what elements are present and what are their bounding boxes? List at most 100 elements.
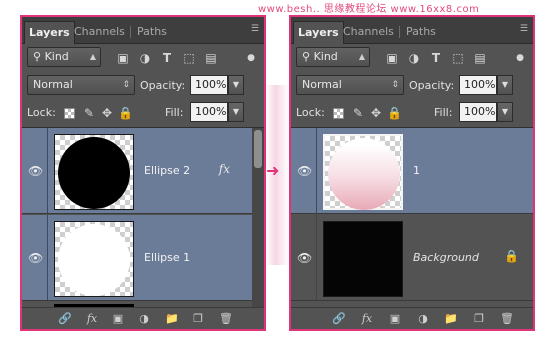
eye-icon[interactable]: 👁 bbox=[28, 251, 43, 265]
visibility-cell: 👁 bbox=[22, 215, 48, 300]
smart-object-filter-icon[interactable]: ▤ bbox=[202, 49, 220, 67]
tab-paths[interactable]: Paths bbox=[402, 21, 440, 44]
fill-dropdown-button[interactable]: ▼ bbox=[228, 102, 244, 122]
layer-name[interactable]: 1 bbox=[413, 164, 420, 177]
trash-icon[interactable]: 🗑 bbox=[499, 311, 515, 327]
layer-row[interactable]: 👁 Background 🔒 bbox=[291, 215, 533, 301]
fx-effects-icon[interactable]: fx bbox=[219, 162, 230, 176]
filter-kind-label: Kind bbox=[313, 50, 338, 63]
new-layer-icon[interactable]: ❐ bbox=[190, 311, 206, 327]
eye-icon[interactable]: 👁 bbox=[297, 251, 312, 265]
layer-name[interactable]: Ellipse 2 bbox=[144, 164, 190, 177]
layer-thumbnail bbox=[323, 221, 403, 297]
lock-paint-icon[interactable]: ✎ bbox=[351, 106, 365, 120]
mask-icon[interactable]: ▣ bbox=[110, 311, 126, 327]
filter-row: ⚲ Kind ▲ ▣ ◑ T ⬚ ▤ ● bbox=[22, 44, 264, 71]
lock-row: Lock: ✎ ✥ 🔒 Fill: 100% ▼ bbox=[291, 99, 533, 127]
filter-kind-dropdown[interactable]: ⚲ Kind ▲ bbox=[296, 47, 370, 67]
filter-kind-label: Kind bbox=[44, 50, 69, 63]
filter-toggle-icon[interactable]: ● bbox=[511, 49, 529, 67]
layer-thumbnail bbox=[323, 134, 403, 210]
scrollbar-thumb[interactable] bbox=[254, 130, 262, 168]
eye-icon[interactable]: 👁 bbox=[28, 164, 43, 178]
opacity-label: Opacity: bbox=[409, 79, 455, 92]
tab-layers[interactable]: Layers bbox=[24, 21, 75, 44]
search-icon: ⚲ bbox=[302, 50, 314, 63]
opacity-dropdown-button[interactable]: ▼ bbox=[497, 75, 513, 95]
lock-paint-icon[interactable]: ✎ bbox=[82, 106, 96, 120]
lock-move-icon[interactable]: ✥ bbox=[369, 106, 383, 120]
tab-channels[interactable]: Channels bbox=[70, 21, 129, 44]
shape-filter-icon[interactable]: ⬚ bbox=[449, 49, 467, 67]
layers-list: 👁 1 👁 Background 🔒 bbox=[291, 127, 533, 309]
pink-gradient-circle-thumbnail bbox=[328, 138, 400, 210]
lock-all-icon[interactable]: 🔒 bbox=[118, 106, 133, 120]
layer-name[interactable]: Ellipse 1 bbox=[144, 251, 190, 264]
adjustment-icon[interactable]: ◑ bbox=[136, 311, 152, 327]
pixel-filter-icon[interactable]: ▣ bbox=[114, 49, 132, 67]
panel-menu-icon[interactable]: ☰ bbox=[514, 23, 528, 35]
adjustment-filter-icon[interactable]: ◑ bbox=[136, 49, 154, 67]
layers-scrollbar[interactable] bbox=[252, 128, 264, 309]
folder-icon[interactable]: 📁 bbox=[164, 311, 180, 327]
lock-transparency-icon[interactable] bbox=[64, 108, 75, 119]
fx-icon[interactable]: fx bbox=[84, 311, 100, 327]
link-icon[interactable]: 🔗 bbox=[57, 311, 73, 327]
fill-input[interactable]: 100% bbox=[459, 102, 497, 122]
layer-row[interactable]: 👁 Ellipse 1 bbox=[22, 215, 252, 301]
fill-label: Fill: bbox=[165, 106, 184, 119]
visibility-cell: 👁 bbox=[291, 215, 317, 300]
layer-name[interactable]: Background bbox=[413, 251, 479, 264]
visibility-cell: 👁 bbox=[22, 128, 48, 213]
type-filter-icon[interactable]: T bbox=[158, 49, 176, 67]
fill-input[interactable]: 100% bbox=[190, 102, 228, 122]
layer-row[interactable]: 👁 1 bbox=[291, 128, 533, 214]
lock-transparency-icon[interactable] bbox=[333, 108, 344, 119]
adjustment-icon[interactable]: ◑ bbox=[415, 311, 431, 327]
blend-row: Normal ⇕ Opacity: 100% ▼ bbox=[22, 71, 264, 99]
lock-row: Lock: ✎ ✥ 🔒 Fill: 100% ▼ bbox=[22, 99, 264, 127]
fill-label: Fill: bbox=[434, 106, 453, 119]
blend-mode-dropdown[interactable]: Normal ⇕ bbox=[296, 75, 404, 95]
pixel-filter-icon[interactable]: ▣ bbox=[383, 49, 401, 67]
chevron-updown-icon: ⇕ bbox=[122, 80, 130, 90]
white-circle-thumbnail bbox=[58, 224, 130, 296]
link-icon[interactable]: 🔗 bbox=[331, 311, 347, 327]
tab-layers[interactable]: Layers bbox=[293, 21, 344, 44]
tab-divider bbox=[130, 26, 131, 38]
layer-row[interactable]: 👁 Ellipse 2 fx bbox=[22, 128, 252, 214]
blend-mode-dropdown[interactable]: Normal ⇕ bbox=[27, 75, 135, 95]
arrow-right-icon: ➜ bbox=[266, 161, 280, 180]
opacity-dropdown-button[interactable]: ▼ bbox=[228, 75, 244, 95]
opacity-input[interactable]: 100% bbox=[459, 75, 497, 95]
lock-all-icon[interactable]: 🔒 bbox=[387, 106, 402, 120]
new-layer-icon[interactable]: ❐ bbox=[471, 311, 487, 327]
panel-footer: 🔗 fx ▣ ◑ 📁 ❐ 🗑 bbox=[291, 307, 533, 329]
panel-tabbar: Layers Channels Paths ☰ bbox=[291, 17, 533, 44]
tab-paths[interactable]: Paths bbox=[133, 21, 171, 44]
fx-icon[interactable]: fx bbox=[359, 311, 375, 327]
filter-toggle-icon[interactable]: ● bbox=[242, 49, 260, 67]
panel-tabbar: Layers Channels Paths ☰ bbox=[22, 17, 264, 44]
tab-divider bbox=[399, 26, 400, 38]
type-filter-icon[interactable]: T bbox=[427, 49, 445, 67]
lock-move-icon[interactable]: ✥ bbox=[100, 106, 114, 120]
black-circle-thumbnail bbox=[58, 137, 130, 209]
smart-object-filter-icon[interactable]: ▤ bbox=[471, 49, 489, 67]
eye-icon[interactable]: 👁 bbox=[297, 164, 312, 178]
opacity-input[interactable]: 100% bbox=[190, 75, 228, 95]
trash-icon[interactable]: 🗑 bbox=[218, 311, 234, 327]
tab-channels[interactable]: Channels bbox=[339, 21, 398, 44]
panel-footer: 🔗 fx ▣ ◑ 📁 ❐ 🗑 bbox=[22, 307, 264, 329]
mask-icon[interactable]: ▣ bbox=[387, 311, 403, 327]
layers-panel-before: Layers Channels Paths ☰ ⚲ Kind ▲ ▣ ◑ T ⬚… bbox=[20, 15, 266, 331]
adjustment-filter-icon[interactable]: ◑ bbox=[405, 49, 423, 67]
blend-mode-value: Normal bbox=[33, 78, 73, 91]
filter-kind-dropdown[interactable]: ⚲ Kind ▲ bbox=[27, 47, 101, 67]
layer-thumbnail bbox=[54, 221, 134, 297]
folder-icon[interactable]: 📁 bbox=[443, 311, 459, 327]
fill-dropdown-button[interactable]: ▼ bbox=[497, 102, 513, 122]
panel-menu-icon[interactable]: ☰ bbox=[245, 23, 259, 35]
shape-filter-icon[interactable]: ⬚ bbox=[180, 49, 198, 67]
chevron-updown-icon: ▲ bbox=[358, 52, 365, 61]
